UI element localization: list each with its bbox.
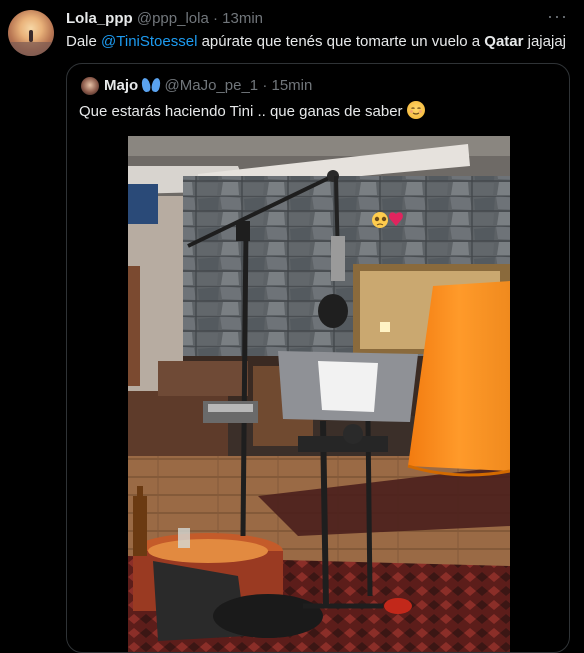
quoted-tweet[interactable]: Majo @MaJo_pe_1 · 15min Que estarás haci… <box>66 63 570 653</box>
quoted-tweet-text: Que estarás haciendo Tini .. que ganas d… <box>79 101 425 122</box>
quoted-author-name[interactable]: Majo <box>104 77 138 94</box>
quoted-author-avatar[interactable] <box>81 77 99 95</box>
tweet-text-part: apúrate que tenés que tomarte un vuelo a <box>197 33 485 50</box>
quoted-text-content: Que estarás haciendo Tini .. que ganas d… <box>79 103 403 120</box>
avatar-figure <box>29 30 33 42</box>
more-options-icon[interactable]: ··· <box>547 6 568 27</box>
header-separator: · <box>212 10 218 27</box>
author-handle[interactable]: @ppp_lola <box>137 10 209 27</box>
mention-link[interactable]: @TiniStoessel <box>101 33 197 50</box>
author-name[interactable]: Lola_ppp <box>66 10 133 27</box>
butterfly-icon <box>142 78 160 92</box>
bold-text: Qatar <box>484 33 524 50</box>
tweet-text-part: Dale <box>66 33 102 50</box>
relieved-face-icon <box>406 101 425 119</box>
tweet-header: Lola_ppp @ppp_lola · 13min <box>66 9 263 29</box>
author-avatar[interactable] <box>8 10 54 56</box>
quoted-tweet-time[interactable]: 15min <box>271 77 312 94</box>
quoted-tweet-header: Majo @MaJo_pe_1 · 15min <box>104 76 312 96</box>
quoted-header-separator: · <box>262 77 268 94</box>
studio-photo-illustration <box>128 136 510 652</box>
quoted-author-handle[interactable]: @MaJo_pe_1 <box>165 77 259 94</box>
tweet-text-part: jajajaj <box>523 33 566 50</box>
tweet-text: Dale @TiniStoessel apúrate que tenés que… <box>66 32 566 52</box>
tweet-time[interactable]: 13min <box>222 10 263 27</box>
avatar-ground <box>8 42 54 56</box>
tweet-photo[interactable] <box>128 136 510 652</box>
